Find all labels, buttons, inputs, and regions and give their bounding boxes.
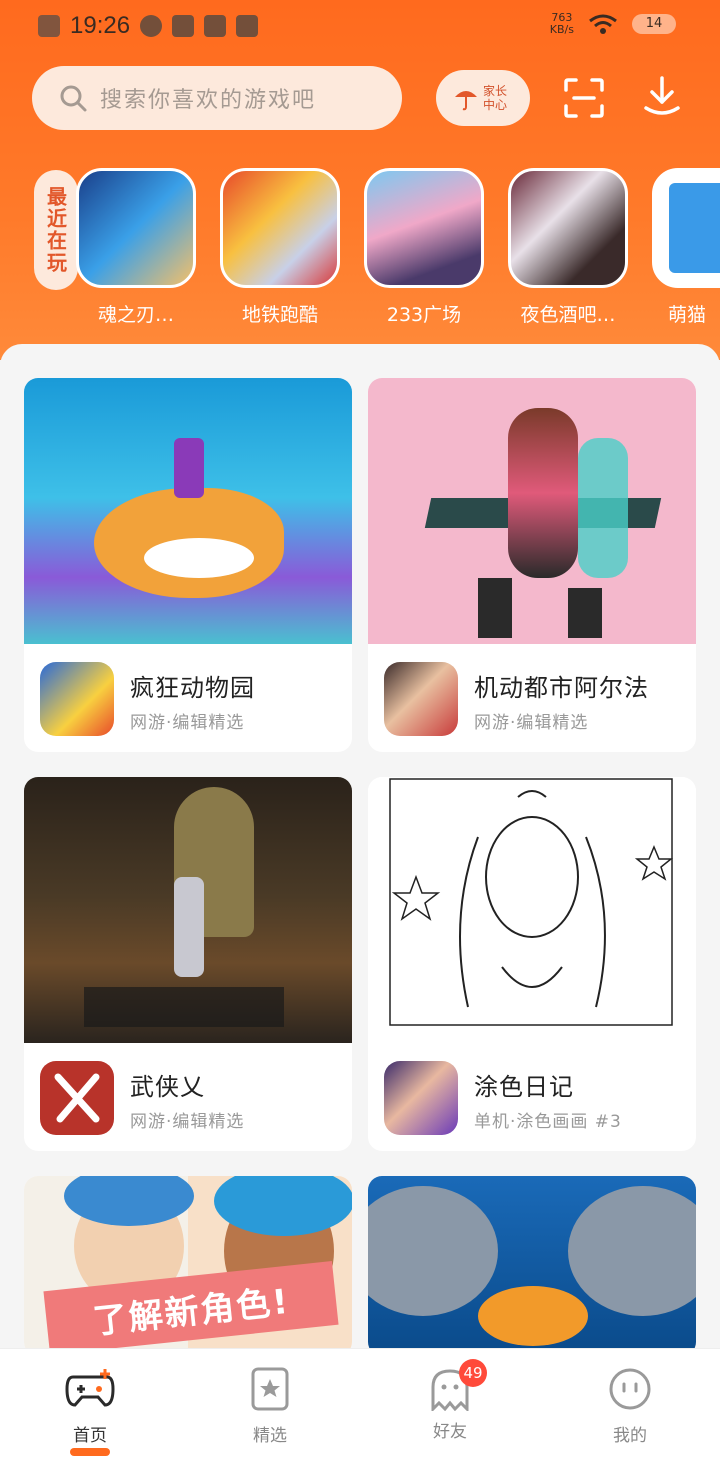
video-icon xyxy=(204,15,227,37)
game-cover-image xyxy=(368,378,696,644)
game-icon xyxy=(384,1061,458,1135)
game-thumbnail xyxy=(220,168,340,288)
nav-label: 首页 xyxy=(73,1426,107,1446)
nav-label: 我的 xyxy=(613,1426,647,1446)
download-icon[interactable] xyxy=(640,74,684,118)
game-logo-icon xyxy=(54,1073,100,1123)
status-time: 19:26 xyxy=(70,12,131,39)
game-card[interactable]: 了解新角色! xyxy=(24,1176,352,1354)
active-indicator xyxy=(70,1448,110,1456)
nav-me[interactable]: 我的 xyxy=(580,1367,680,1446)
parent-center-button[interactable]: 家长中心 xyxy=(436,70,530,126)
game-subtitle: 单机·涂色画画 #3 xyxy=(474,1112,622,1132)
bottom-navigation: 首页 精选 49 好友 我的 xyxy=(0,1348,720,1460)
recent-played-tag: 最近在玩 xyxy=(34,170,78,290)
recent-game-name: 萌猫 xyxy=(668,304,707,326)
notification-badge: 49 xyxy=(459,1359,487,1387)
wifi-icon xyxy=(589,14,617,34)
recent-game-name: 夜色酒吧… xyxy=(520,304,616,326)
game-title: 机动都市阿尔法 xyxy=(474,674,649,702)
game-cover-image xyxy=(368,1176,696,1354)
game-icon xyxy=(40,1061,114,1135)
game-icon xyxy=(384,662,458,736)
game-subtitle: 网游·编辑精选 xyxy=(130,1112,245,1132)
game-cover-image xyxy=(24,777,352,1043)
recent-game-name: 地铁跑酷 xyxy=(241,304,318,326)
notification-icon xyxy=(38,15,60,37)
umbrella-icon xyxy=(455,91,477,111)
game-thumbnail xyxy=(364,168,484,288)
status-bar: 19:26 763 KB/s 14 xyxy=(0,0,720,56)
star-card-icon xyxy=(251,1367,289,1411)
coloring-page-image xyxy=(389,778,674,1026)
recent-game-item[interactable]: 萌猫 xyxy=(652,168,720,327)
data-icon xyxy=(236,15,259,37)
net-speed: 763 KB/s xyxy=(549,11,574,36)
smiley-icon xyxy=(609,1368,651,1410)
game-card[interactable]: 疯狂动物园 网游·编辑精选 xyxy=(24,378,352,752)
recent-game-item[interactable]: 233广场 xyxy=(364,168,484,327)
nav-friends[interactable]: 49 好友 xyxy=(400,1359,500,1442)
game-icon xyxy=(40,662,114,736)
recent-game-item[interactable]: 夜色酒吧… xyxy=(508,168,628,327)
parent-center-label: 家长中心 xyxy=(483,84,508,112)
game-feed[interactable]: 疯狂动物园 网游·编辑精选 机动都市阿尔法 网游·编辑精选 武侠乂 网游·编辑精… xyxy=(0,344,720,1354)
battery-indicator: 14 xyxy=(632,14,676,34)
game-cover-image: 了解新角色! xyxy=(24,1176,352,1354)
game-card[interactable]: 涂色日记 单机·涂色画画 #3 xyxy=(368,777,696,1151)
nav-label: 好友 xyxy=(433,1422,467,1442)
game-card[interactable]: 武侠乂 网游·编辑精选 xyxy=(24,777,352,1151)
search-input[interactable]: 搜索你喜欢的游戏吧 xyxy=(32,66,402,130)
game-card[interactable]: 机动都市阿尔法 网游·编辑精选 xyxy=(368,378,696,752)
search-icon xyxy=(60,85,87,112)
scan-icon[interactable] xyxy=(562,76,606,120)
game-thumbnail xyxy=(76,168,196,288)
recent-game-name: 233广场 xyxy=(386,304,462,326)
nav-home[interactable]: 首页 xyxy=(40,1367,140,1456)
game-cover-image xyxy=(368,777,696,1043)
app-notification-icon xyxy=(172,15,195,37)
game-title: 涂色日记 xyxy=(474,1073,574,1101)
gamepad-icon xyxy=(65,1369,115,1407)
nav-featured[interactable]: 精选 xyxy=(220,1367,320,1446)
app-notification-icon xyxy=(140,15,163,37)
header: 19:26 763 KB/s 14 搜索你喜欢的游戏吧 家长中心 最近在玩 魂之… xyxy=(0,0,720,360)
game-thumbnail xyxy=(652,168,720,288)
banner-text: 了解新角色! xyxy=(91,1281,292,1342)
nav-label: 精选 xyxy=(253,1426,287,1446)
game-title: 武侠乂 xyxy=(130,1073,205,1101)
game-title: 疯狂动物园 xyxy=(130,674,255,702)
recent-game-name: 魂之刃… xyxy=(97,304,174,326)
search-placeholder: 搜索你喜欢的游戏吧 xyxy=(100,88,317,113)
game-card[interactable] xyxy=(368,1176,696,1354)
game-cover-image xyxy=(24,378,352,644)
recent-game-item[interactable]: 魂之刃… xyxy=(76,168,196,327)
game-thumbnail xyxy=(508,168,628,288)
game-subtitle: 网游·编辑精选 xyxy=(474,713,589,733)
game-subtitle: 网游·编辑精选 xyxy=(130,713,245,733)
recent-game-item[interactable]: 地铁跑酷 xyxy=(220,168,340,327)
